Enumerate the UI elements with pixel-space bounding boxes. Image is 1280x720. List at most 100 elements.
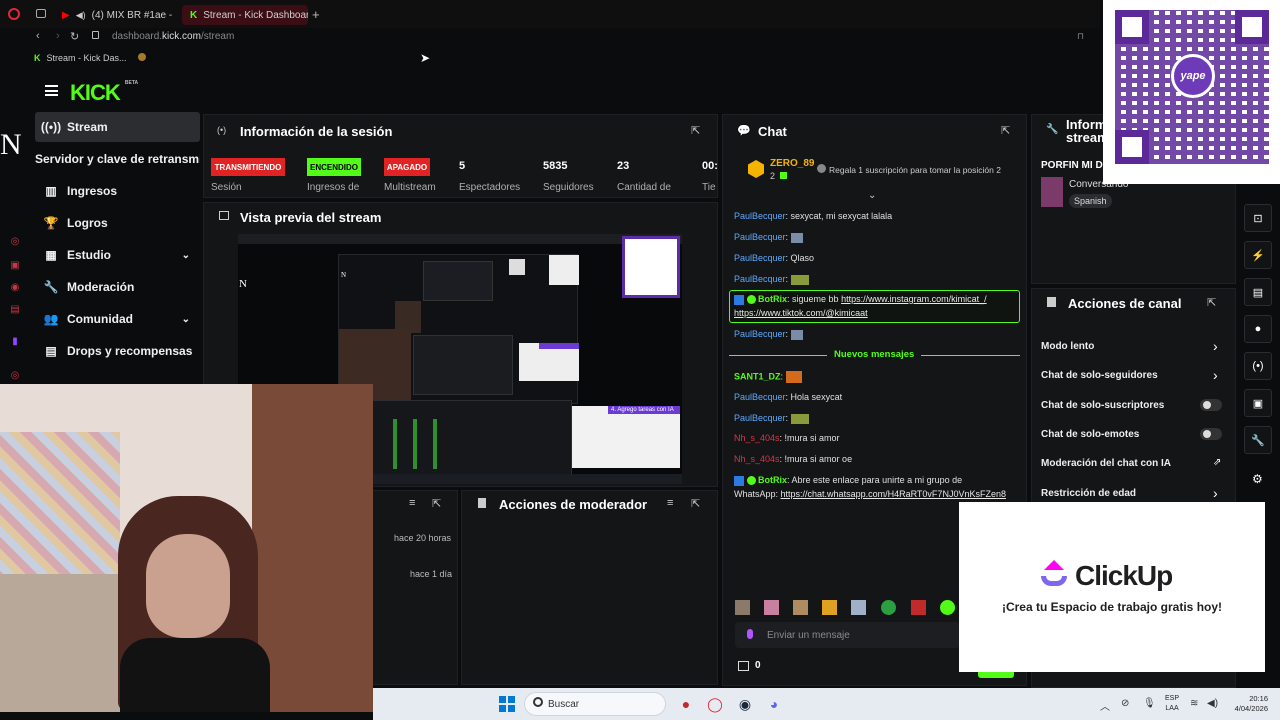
sidebar-item-stream[interactable]: ((•)) Stream [35, 112, 200, 142]
document-icon[interactable]: ▤ [1244, 278, 1272, 306]
external-link-icon[interactable]: ⇗ [1213, 457, 1221, 468]
sidebar-item-comunidad[interactable]: 👥 Comunidad ⌄ [35, 304, 200, 334]
emote-icon[interactable] [793, 600, 808, 615]
action-row-slow-mode[interactable]: Modo lento [1041, 341, 1094, 352]
taskbar-discord-icon[interactable]: ◕ [764, 694, 784, 714]
kick-logo[interactable]: KICK BETA [70, 80, 138, 106]
emote-icon[interactable] [764, 600, 779, 615]
taskbar-opera-icon[interactable]: ◯ [705, 694, 725, 714]
top-gifter-name[interactable]: ZERO_89 [770, 158, 814, 169]
chat-username[interactable]: PaulBecquer [734, 392, 786, 402]
extension-icon[interactable] [138, 53, 146, 61]
network-icon[interactable]: ⊘ [1121, 698, 1129, 709]
chevron-right-icon[interactable]: › [1213, 367, 1218, 383]
emote-icon[interactable] [735, 600, 750, 615]
wifi-icon[interactable]: ≋ [1190, 698, 1198, 709]
pin-icon[interactable]: ⊓ [1077, 31, 1084, 42]
sidebar-item-drops[interactable]: ▤ Drops y recompensas [35, 336, 200, 366]
sidebar-item-ingresos[interactable]: ▥ Ingresos [35, 176, 200, 206]
chat-username[interactable]: Nh_s_404s [734, 433, 780, 443]
chevron-right-icon[interactable]: › [1213, 338, 1218, 354]
sidebar-item-server-key[interactable]: Servidor y clave de retransmisión [35, 144, 200, 174]
chat-username[interactable]: PaulBecquer [734, 274, 786, 284]
rail-twitch-icon[interactable]: ▮ [8, 336, 22, 350]
forward-icon[interactable]: › [56, 30, 60, 42]
filter-icon[interactable]: ≡ [409, 497, 415, 509]
rail-bag-icon[interactable]: ▣ [8, 260, 22, 274]
category-thumbnail[interactable] [1041, 177, 1063, 207]
taskbar-app-icon[interactable]: ● [676, 694, 696, 714]
language-indicator[interactable]: ESP LAA [1165, 694, 1179, 714]
popout-icon[interactable]: ⇱ [1207, 296, 1216, 309]
tabs-menu-icon[interactable] [36, 9, 46, 18]
chat-username[interactable]: PaulBecquer [734, 329, 786, 339]
windows-start-icon[interactable] [499, 696, 515, 712]
action-row-ai-moderation[interactable]: Moderación del chat con IA [1041, 458, 1171, 469]
hamburger-menu-icon[interactable] [45, 85, 58, 96]
new-tab-button[interactable]: + [312, 7, 320, 22]
action-row-emotes-only[interactable]: Chat de solo-emotes [1041, 429, 1139, 440]
chat-input[interactable]: Enviar un mensaje [735, 622, 960, 648]
emote-icon[interactable] [940, 600, 955, 615]
top-gifter-cta[interactable]: Regala 1 suscripción para tomar la posic… [829, 165, 1001, 175]
emotes-only-toggle[interactable] [1200, 428, 1222, 440]
add-widget-icon[interactable]: ⚙ [1252, 472, 1263, 486]
sidebar-item-logros[interactable]: 🏆 Logros [35, 208, 200, 238]
emote-icon[interactable] [822, 600, 837, 615]
subscribers-only-toggle[interactable] [1200, 399, 1222, 411]
popout-icon[interactable]: ⇱ [1001, 124, 1010, 137]
layout-icon[interactable]: ▣ [1244, 389, 1272, 417]
chat-username[interactable]: BotRix [758, 475, 787, 485]
mic-tray-icon[interactable]: 🎙 [1143, 698, 1156, 709]
emote-icon[interactable] [851, 600, 866, 615]
mic-icon[interactable] [747, 629, 753, 639]
wrench-icon[interactable]: 🔧 [1244, 426, 1272, 454]
taskbar-steam-icon[interactable]: ◉ [735, 694, 755, 714]
chat-link[interactable]: https://chat.whatsapp.com/H4RaRT0vF7NJ0V… [781, 489, 1006, 499]
rail-messenger-icon[interactable]: ◉ [8, 282, 22, 296]
lightning-icon[interactable]: ⚡ [1244, 241, 1272, 269]
popout-icon[interactable]: ⇱ [691, 124, 700, 137]
sidebar-item-moderacion[interactable]: 🔧 Moderación [35, 272, 200, 302]
camera-icon[interactable]: ⊡ [1244, 204, 1272, 232]
emote-icon[interactable] [881, 600, 896, 615]
sidebar-item-estudio[interactable]: ▦ Estudio ⌄ [35, 240, 200, 270]
chat-username[interactable]: PaulBecquer [734, 413, 786, 423]
rail-player-icon[interactable]: ◎ [8, 370, 22, 384]
volume-icon[interactable]: ◀) [1207, 698, 1218, 709]
chat-username[interactable]: PaulBecquer [734, 253, 786, 263]
chat-username[interactable]: SANT1_DZ [734, 371, 781, 381]
points-icon[interactable] [738, 661, 749, 671]
chat-link[interactable]: https://www.instagram.com/kimicat_/ [841, 294, 987, 304]
rail-box-icon[interactable]: ▤ [8, 304, 22, 318]
taskbar-search[interactable]: Buscar [524, 692, 666, 716]
broadcast-icon[interactable]: (•) [1244, 352, 1272, 380]
chat-username[interactable]: BotRix [758, 294, 787, 304]
clickup-ad[interactable]: ClickUp ¡Crea tu Espacio de trabajo grat… [959, 502, 1265, 672]
chat-username[interactable]: Nh_s_404s [734, 454, 780, 464]
action-row-age-restriction[interactable]: Restricción de edad [1041, 488, 1136, 499]
filter-icon[interactable]: ≡ [667, 497, 673, 509]
chat-username[interactable]: PaulBecquer [734, 211, 786, 221]
chevron-right-icon[interactable]: › [1213, 485, 1218, 501]
url-field[interactable]: dashboard.kick.com/stream [112, 31, 234, 42]
bookmark-kick[interactable]: K Stream - Kick Das... [34, 53, 127, 63]
popout-icon[interactable]: ⇱ [691, 497, 700, 510]
chat-username[interactable]: PaulBecquer [734, 232, 786, 242]
clock[interactable]: 20:16 4/04/2026 [1226, 694, 1268, 714]
action-row-followers-only[interactable]: Chat de solo-seguidores [1041, 370, 1158, 381]
chevron-down-icon[interactable]: ⌄ [868, 190, 876, 201]
chevron-up-icon[interactable]: ︿ [1100, 698, 1110, 713]
chat-bubble-icon[interactable]: ● [1244, 315, 1272, 343]
emote-icon[interactable] [911, 600, 926, 615]
popout-icon[interactable]: ⇱ [432, 497, 441, 510]
tab-kick-dashboard[interactable]: K Stream - Kick Dashboard [182, 5, 308, 25]
rail-aria-icon[interactable]: ◎ [8, 236, 22, 250]
back-icon[interactable]: ‹ [36, 30, 40, 42]
tab-youtube[interactable]: ▶ ◀) (4) MIX BR #1ae - VIR... [54, 5, 174, 25]
chat-link[interactable]: https://www.tiktok.com/@kimicaat [734, 308, 868, 318]
action-row-subscribers-only[interactable]: Chat de solo-suscriptores [1041, 400, 1164, 411]
send-button-partial[interactable] [978, 672, 1014, 678]
reload-icon[interactable]: ↻ [70, 30, 79, 43]
opera-logo-icon[interactable] [8, 8, 20, 20]
